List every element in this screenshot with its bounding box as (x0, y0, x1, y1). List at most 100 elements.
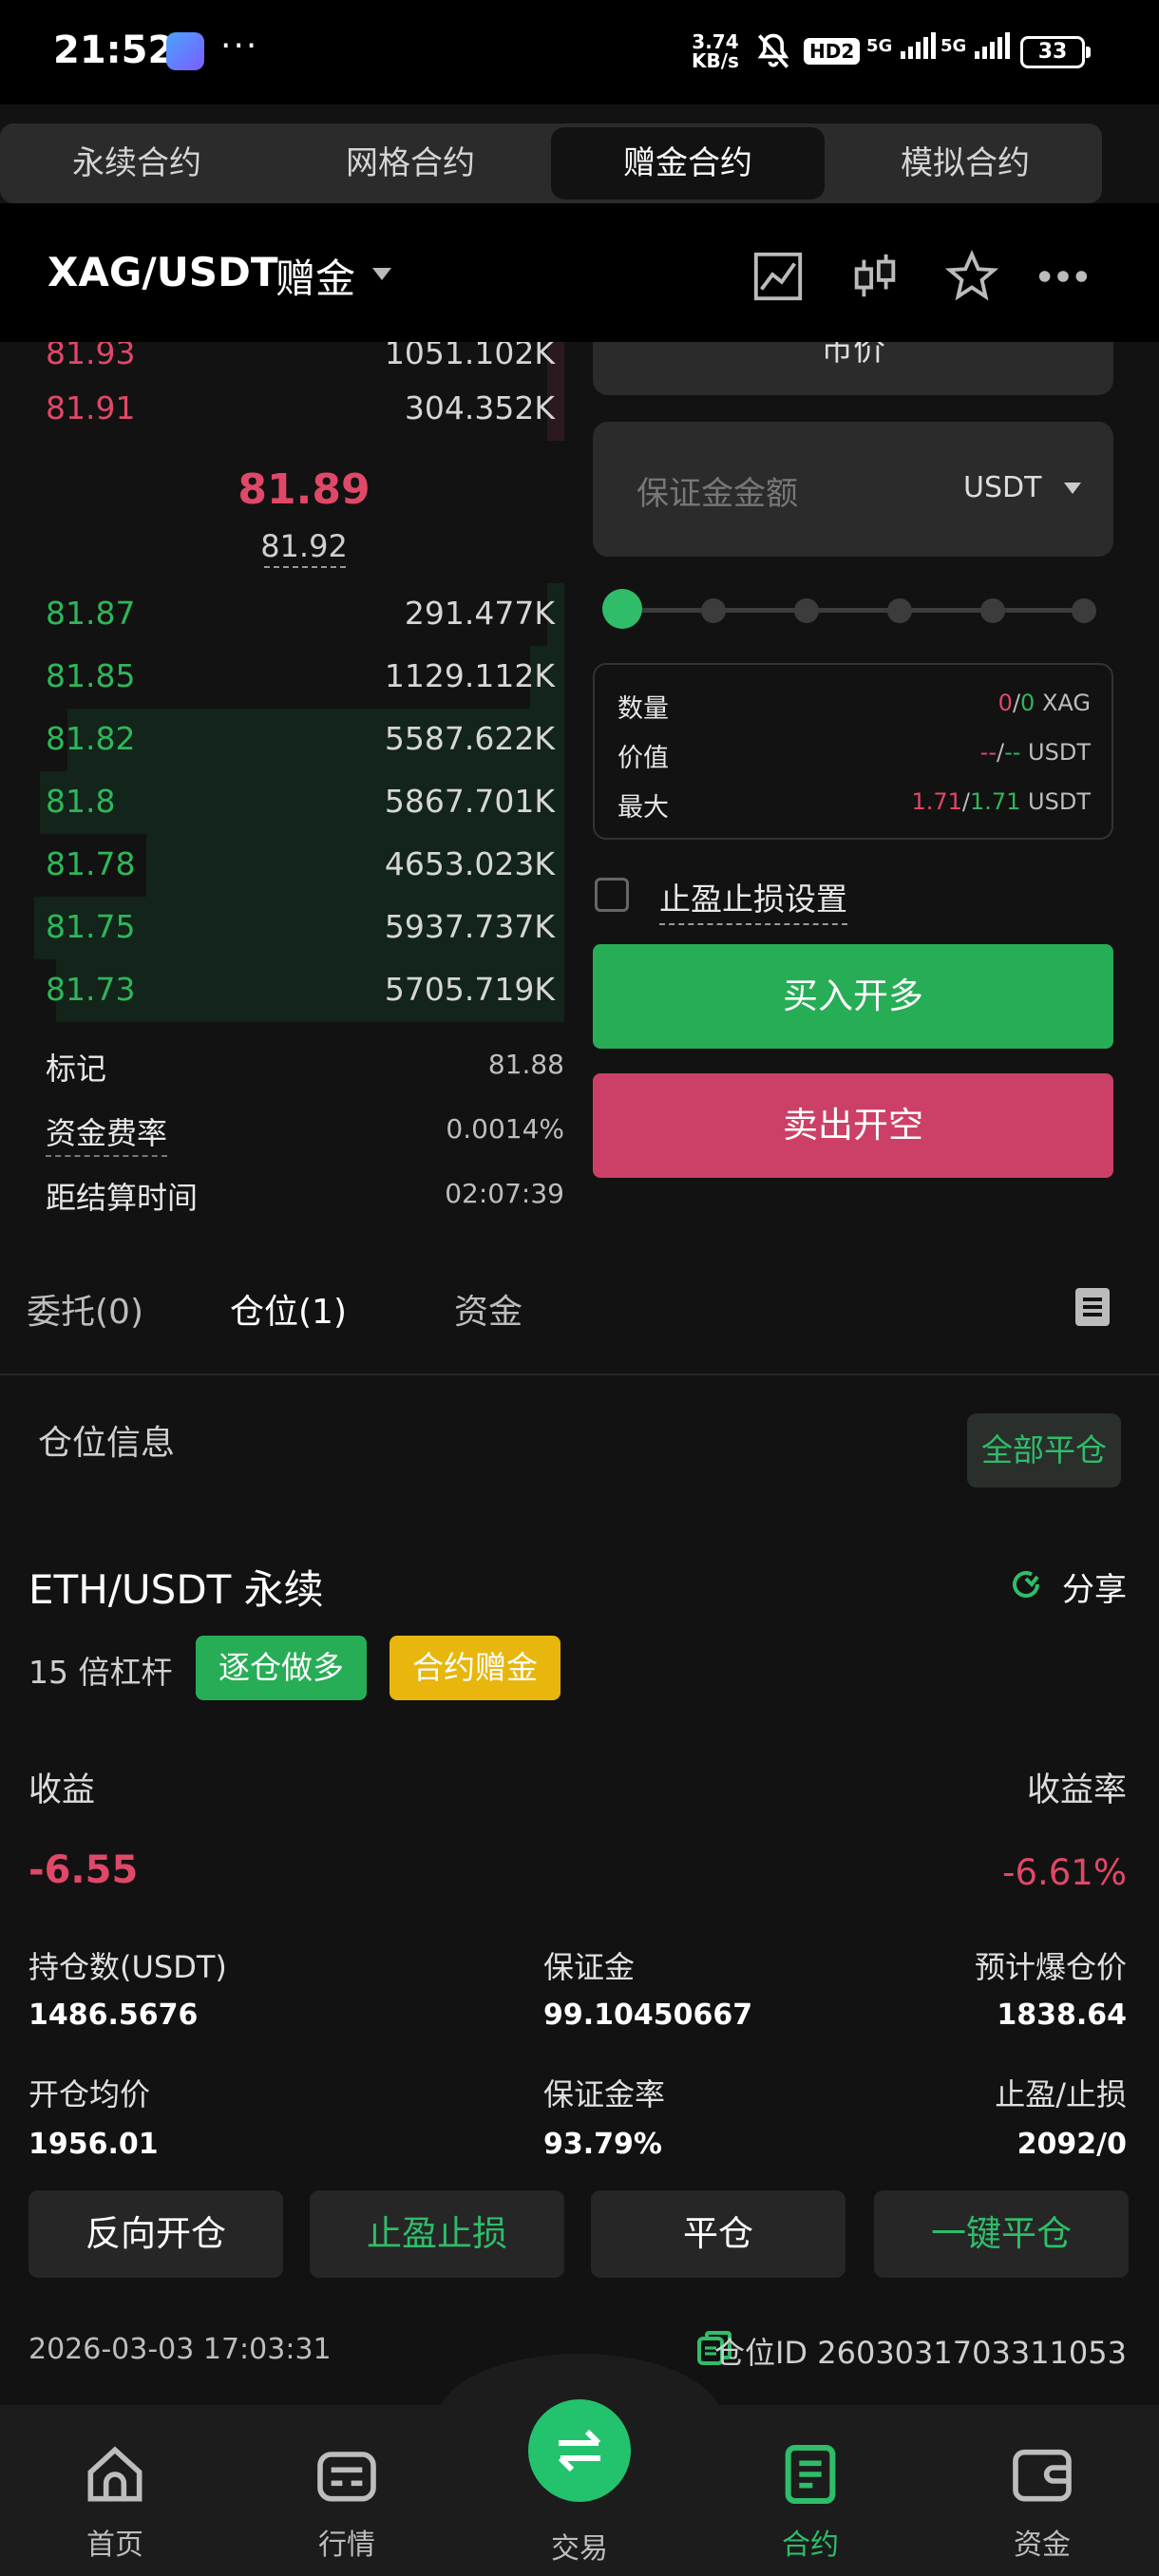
position-info-title: 仓位信息 (38, 1424, 176, 1463)
tab-perpetual[interactable]: 永续合约 (0, 123, 274, 203)
position-symbol[interactable]: ETH/USDT 永续 (28, 1558, 324, 1616)
nav-market[interactable]: 行情 (276, 2441, 418, 2563)
more-icon[interactable] (1036, 249, 1091, 304)
tab-orders[interactable]: 委托(0) (27, 1284, 143, 1334)
value-value: --/-- USDT (979, 739, 1091, 766)
pair-selector[interactable]: XAG/USDT (48, 249, 278, 295)
app-notification-icon (166, 32, 204, 70)
share-icon[interactable] (1007, 1565, 1045, 1603)
bid-row[interactable]: 81.87 291.477K (0, 583, 564, 646)
hd-voice-icon: HD2 (804, 38, 861, 65)
nav-trade[interactable] (528, 2399, 631, 2502)
status-time: 21:52 (53, 28, 175, 72)
leverage-label: 15 倍杠杆 (28, 1654, 173, 1691)
roi-label: 收益率 (1026, 1771, 1127, 1809)
tpsl-checkbox[interactable] (595, 878, 629, 912)
bid-price: 81.82 (46, 720, 136, 757)
tab-grid[interactable]: 网格合约 (274, 123, 547, 203)
bid-price: 81.73 (46, 971, 136, 1008)
bid-price: 81.8 (46, 783, 116, 820)
share-button[interactable]: 分享 (1062, 1563, 1127, 1610)
nav-contract[interactable]: 合约 (739, 2441, 882, 2563)
last-price: 81.89 (238, 465, 370, 514)
orderbook-asks: 81.93 1051.102K 81.91 304.352K (0, 342, 570, 446)
mark-label: 标记 (46, 1051, 107, 1087)
qty-label: 数量 (618, 694, 669, 724)
slider-node[interactable] (701, 598, 726, 623)
margin-amount-input[interactable]: 保证金金额 USDT (593, 422, 1113, 557)
value-label: 价值 (618, 744, 669, 773)
slider-node[interactable] (887, 598, 912, 623)
nav-market-label: 行情 (318, 2529, 375, 2562)
max-value: 1.71/1.71 USDT (911, 788, 1091, 815)
nav-contract-label: 合约 (782, 2529, 839, 2562)
bid-row[interactable]: 81.85 1129.112K (0, 646, 564, 709)
tab-assets[interactable]: 资金 (454, 1284, 522, 1334)
slider-node[interactable] (794, 598, 819, 623)
funding-rate-value: 0.0014% (446, 1113, 564, 1145)
close-all-button[interactable]: 全部平仓 (967, 1413, 1121, 1487)
bid-row[interactable]: 81.75 5937.737K (0, 897, 564, 959)
mark-price[interactable]: 81.92 (0, 528, 608, 564)
nav-trade-label[interactable]: 交易 (504, 2525, 656, 2567)
slider-node[interactable] (1072, 598, 1096, 623)
status-more-icon: ··· (220, 27, 259, 66)
tpsl-label: 止盈/止损 (995, 2076, 1127, 2112)
document-list-icon[interactable] (1074, 1286, 1112, 1328)
reverse-open-button[interactable]: 反向开仓 (28, 2190, 283, 2278)
bid-row[interactable]: 81.73 5705.719K (0, 959, 564, 1022)
chevron-down-icon[interactable] (372, 268, 391, 280)
bid-quantity: 5867.701K (384, 783, 555, 820)
chevron-down-icon[interactable] (1064, 483, 1081, 494)
close-position-button[interactable]: 平仓 (591, 2190, 846, 2278)
home-icon (87, 2446, 142, 2502)
bid-quantity: 1129.112K (384, 657, 555, 694)
margin-unit-selector[interactable]: USDT (963, 471, 1041, 504)
margin-ratio-label: 保证金率 (543, 2076, 666, 2112)
pair-tag[interactable]: 赠金 (276, 247, 355, 305)
bid-row[interactable]: 81.78 4653.023K (0, 834, 564, 897)
tab-positions[interactable]: 仓位(1) (230, 1284, 347, 1334)
bid-quantity: 5705.719K (384, 971, 555, 1008)
sell-short-button[interactable]: 卖出开空 (593, 1073, 1113, 1178)
isolated-long-badge: 逐仓做多 (196, 1636, 367, 1700)
candlestick-icon[interactable] (847, 249, 902, 304)
nav-home-label: 首页 (86, 2529, 143, 2562)
position-id[interactable]: 仓位ID 2603031703311053 (714, 2329, 1127, 2373)
funding-rate-label[interactable]: 资金费率 (46, 1109, 168, 1157)
tpsl-value: 2092/0 (1016, 2128, 1127, 2161)
tpsl-settings-label[interactable]: 止盈止损设置 (659, 874, 847, 925)
quick-close-button[interactable]: 一键平仓 (874, 2190, 1129, 2278)
nav-home[interactable]: 首页 (44, 2441, 186, 2563)
ask-row[interactable]: 81.91 304.352K (0, 378, 564, 441)
qty-value: 0/0 XAG (998, 690, 1091, 716)
slider-node[interactable] (980, 598, 1005, 623)
chart-line-icon[interactable] (750, 249, 806, 304)
leverage-slider-track[interactable] (619, 608, 1087, 613)
bid-row[interactable]: 81.82 5587.622K (0, 709, 564, 771)
star-icon[interactable] (944, 249, 999, 304)
order-type-field[interactable]: 市价 (593, 342, 1113, 395)
position-size-label: 持仓数(USDT) (28, 1949, 227, 1985)
tab-bonus[interactable]: 赠金合约 (551, 127, 825, 199)
tab-demo[interactable]: 模拟合约 (828, 123, 1102, 203)
max-label: 最大 (618, 793, 669, 823)
tpsl-button[interactable]: 止盈止损 (310, 2190, 564, 2278)
network-speed: 3.74 KB/s (692, 30, 739, 72)
bid-quantity: 4653.023K (384, 845, 555, 882)
liquidation-price-label: 预计爆仓价 (974, 1949, 1127, 1985)
nav-assets-label: 资金 (1014, 2529, 1071, 2562)
slider-thumb[interactable] (602, 589, 642, 629)
margin-ratio-value: 93.79% (543, 2128, 662, 2161)
position-size-value: 1486.5676 (28, 1998, 199, 2032)
market-icon (317, 2452, 376, 2502)
nav-assets[interactable]: 资金 (971, 2441, 1113, 2563)
swap-icon (558, 2429, 601, 2472)
signal-5g-2-icon: 5G (940, 32, 1011, 61)
ask-price: 81.93 (46, 342, 136, 371)
bid-row[interactable]: 81.8 5867.701K (0, 771, 564, 834)
margin-value: 99.10450667 (543, 1998, 753, 2032)
contract-type-tabs: 永续合约 网格合约 赠金合约 模拟合约 (0, 123, 1102, 203)
bid-quantity: 5937.737K (384, 908, 555, 945)
buy-long-button[interactable]: 买入开多 (593, 944, 1113, 1049)
